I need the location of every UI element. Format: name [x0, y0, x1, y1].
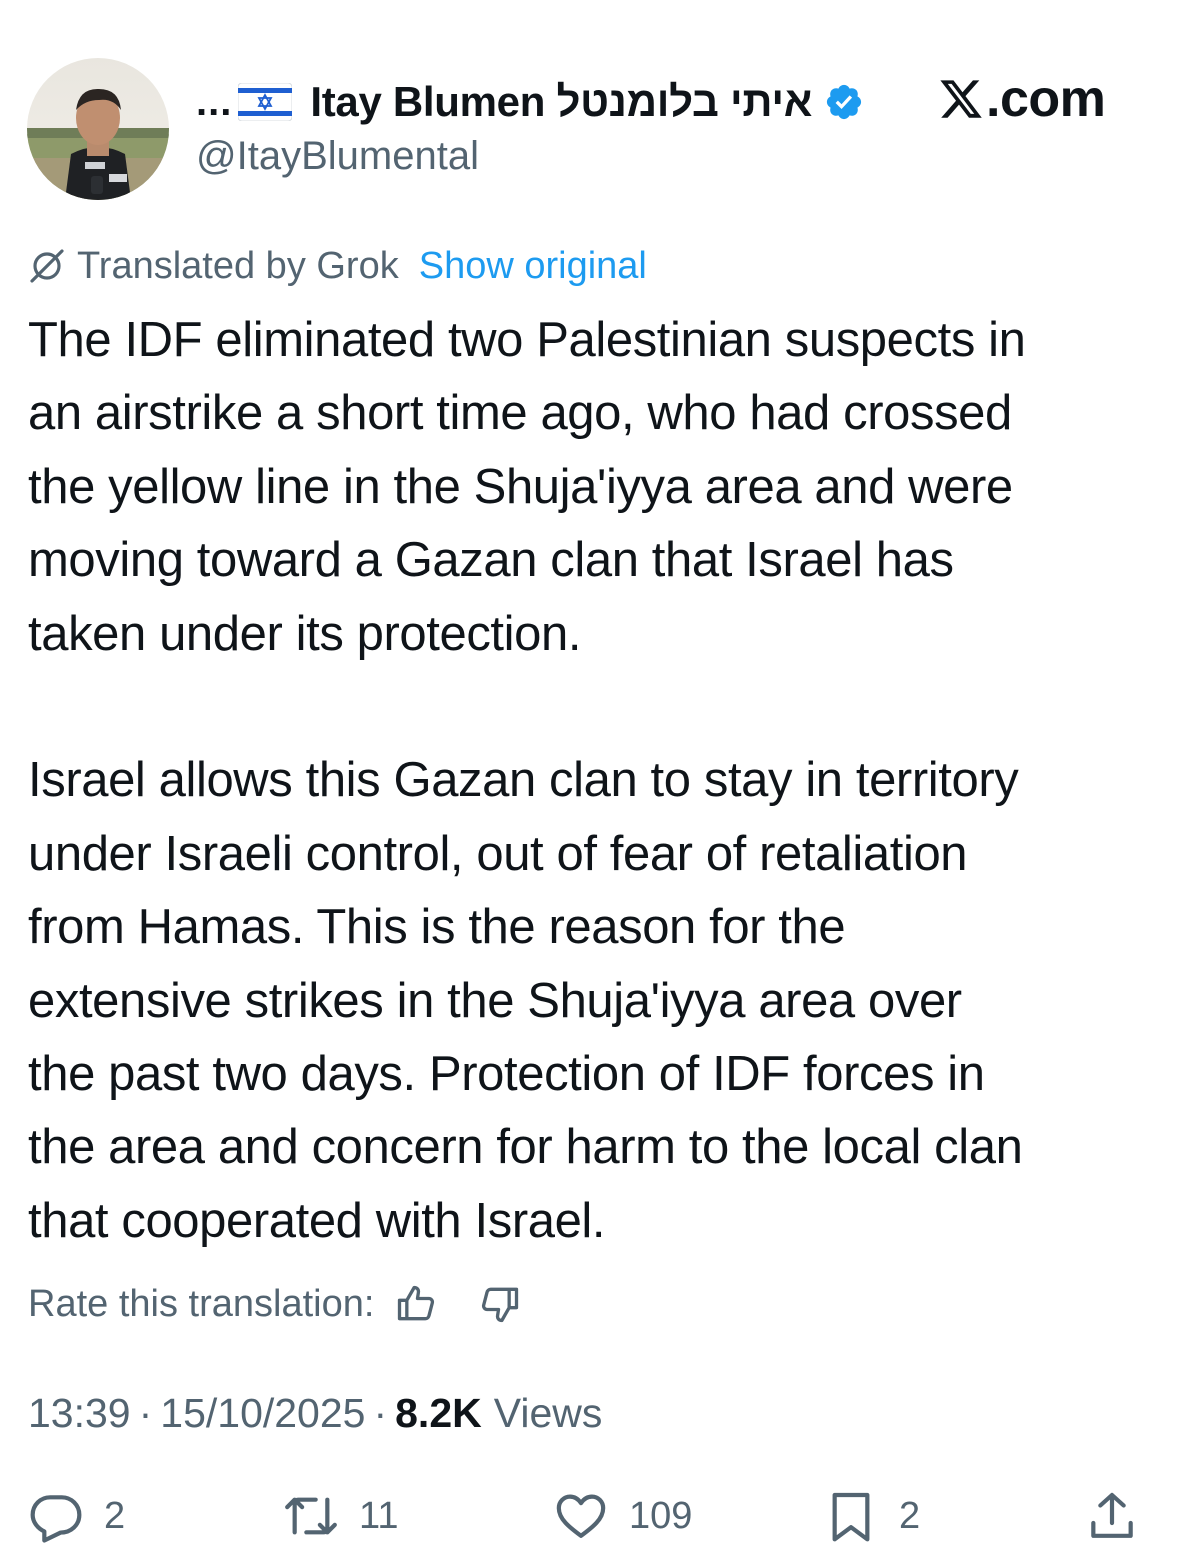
- views-count: 8.2K: [395, 1389, 482, 1436]
- tweet-meta: 13:39 · 15/10/2025 · 8.2K Views: [28, 1386, 602, 1440]
- thumbs-up-icon[interactable]: [394, 1282, 438, 1326]
- repost-count: 11: [359, 1494, 399, 1537]
- tweet-paragraph-1: The IDF eliminated two Palestinian suspe…: [28, 313, 1026, 661]
- grok-icon: [30, 249, 64, 283]
- israel-flag-icon: [237, 82, 293, 122]
- share-button[interactable]: [1084, 1484, 1140, 1548]
- tweet-actions: 2 11 109 2: [0, 1484, 1179, 1548]
- x-com-source-logo[interactable]: .com: [938, 68, 1106, 130]
- repost-button[interactable]: 11: [283, 1484, 398, 1548]
- meta-separator: ·: [138, 1389, 153, 1436]
- x-logo-icon: [940, 80, 982, 118]
- reply-icon: [30, 1495, 82, 1543]
- bookmark-icon: [832, 1492, 870, 1542]
- share-icon: [1091, 1492, 1133, 1538]
- tweet-time[interactable]: 13:39: [28, 1390, 131, 1437]
- tweet-date[interactable]: 15/10/2025: [160, 1390, 365, 1437]
- views-label: Views: [493, 1389, 603, 1436]
- like-count: 109: [629, 1494, 693, 1537]
- rate-translation-row: Rate this translation:: [28, 1278, 522, 1330]
- reply-count: 2: [104, 1494, 126, 1537]
- heart-icon: [556, 1494, 606, 1538]
- avatar[interactable]: [27, 58, 169, 200]
- translated-by-label: Translated by Grok: [77, 244, 399, 287]
- meta-separator: ·: [373, 1389, 388, 1436]
- reply-button[interactable]: 2: [28, 1484, 125, 1548]
- name-ellipsis: ...: [196, 79, 233, 124]
- tweet-paragraph-2: Israel allows this Gazan clan to stay in…: [28, 753, 1023, 1248]
- bookmark-button[interactable]: 2: [823, 1484, 920, 1548]
- rate-translation-label: Rate this translation:: [28, 1282, 375, 1325]
- translation-notice: Translated by Grok Show original: [27, 240, 647, 292]
- bookmark-count: 2: [899, 1494, 921, 1537]
- author-name-row[interactable]: ... Itay Blumen איתי בלומנטל: [196, 74, 864, 130]
- x-com-label: .com: [986, 70, 1106, 128]
- profile-photo: [27, 58, 169, 200]
- thumbs-down-icon[interactable]: [478, 1282, 522, 1326]
- like-button[interactable]: 109: [553, 1484, 692, 1548]
- author-handle[interactable]: @ItayBlumental: [196, 134, 479, 179]
- verified-badge-icon: [824, 82, 864, 122]
- tweet-text: The IDF eliminated two Palestinian suspe…: [28, 304, 1168, 1258]
- show-original-link[interactable]: Show original: [419, 245, 647, 288]
- repost-icon: [285, 1497, 337, 1535]
- author-display-name: Itay Blumen איתי בלומנטל: [310, 78, 813, 125]
